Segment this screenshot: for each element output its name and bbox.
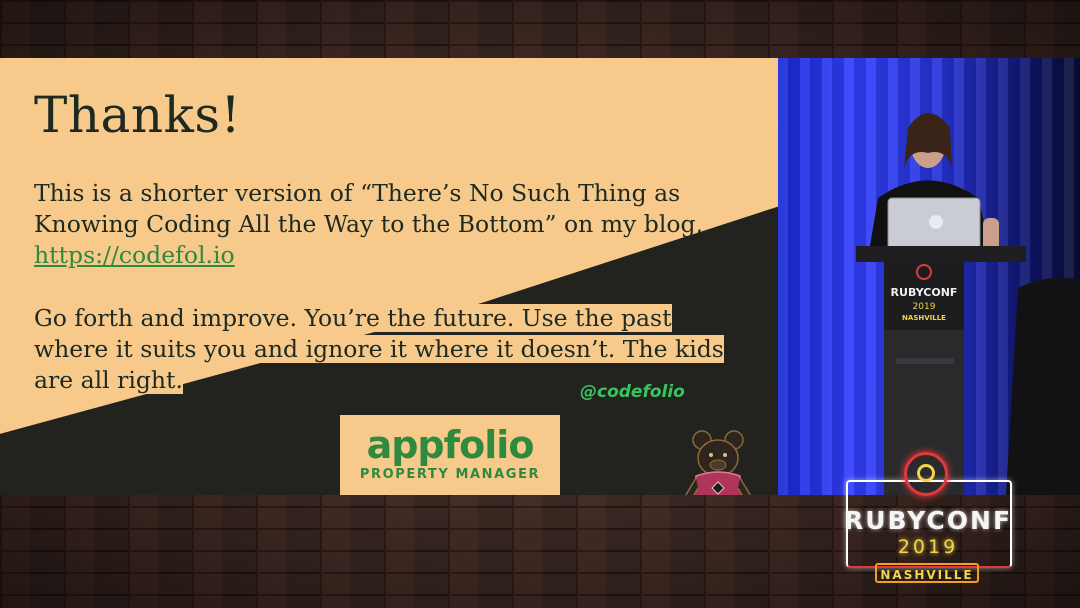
slide-title: Thanks!: [34, 86, 242, 144]
teddy-bear-illustration: [684, 430, 752, 495]
rubyconf-logo-overlay: RUBYCONF 2019 NASHVILLE: [842, 452, 1014, 587]
podium-stripe: [896, 358, 954, 364]
appfolio-tagline: PROPERTY MANAGER: [359, 467, 541, 482]
podium-year: 2019: [913, 302, 936, 312]
appfolio-wordmark: appfolio: [366, 423, 535, 467]
twitter-handle: @codefolio: [580, 382, 685, 402]
overlay-city: NASHVILLE: [875, 563, 979, 583]
blog-paragraph-text: This is a shorter version of “There’s No…: [34, 179, 703, 238]
podium-city: NASHVILLE: [902, 314, 946, 322]
laptop-logo: [929, 215, 943, 229]
stage-equipment: [1006, 277, 1080, 495]
podium-brand: RUBYCONF: [891, 286, 958, 299]
blog-link[interactable]: https://codefol.io: [34, 241, 235, 269]
overlay-year: 2019: [897, 536, 959, 558]
speaker-illustration: RUBYCONF 2019 NASHVILLE: [856, 113, 1080, 495]
sponsor-logo: appfolio PROPERTY MANAGER: [340, 415, 560, 495]
speaker-camera-feed: RUBYCONF 2019 NASHVILLE: [778, 58, 1080, 495]
overlay-brand: RUBYCONF: [843, 506, 1013, 535]
ruby-gem-icon: [904, 452, 948, 496]
presentation-slide: Thanks! This is a shorter version of “Th…: [0, 58, 778, 495]
slide-paragraph-blog: This is a shorter version of “There’s No…: [34, 178, 724, 271]
closing-paragraph-text: Go forth and improve. You’re the future.…: [34, 304, 724, 394]
